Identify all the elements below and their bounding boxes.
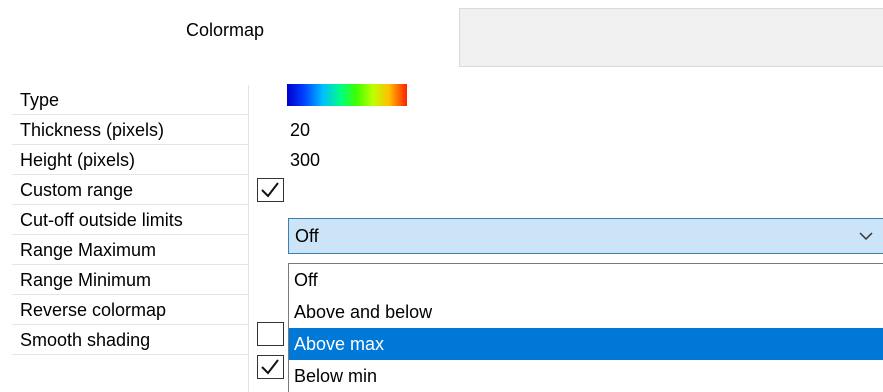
property-label-cutoff[interactable]: Cut-off outside limits: [20, 205, 183, 235]
colormap-type-swatch[interactable]: [287, 84, 407, 106]
property-label-custom-range[interactable]: Custom range: [20, 175, 133, 205]
property-label-smooth-shading[interactable]: Smooth shading: [20, 325, 150, 355]
dropdown-option-above-max[interactable]: Above max: [289, 328, 883, 360]
checkmark-icon: [261, 182, 279, 198]
property-label-height[interactable]: Height (pixels): [20, 145, 135, 175]
reverse-colormap-checkbox[interactable]: [257, 322, 284, 346]
property-label-type[interactable]: Type: [20, 85, 59, 115]
thickness-value[interactable]: 20: [290, 115, 310, 145]
checkmark-icon: [261, 359, 279, 375]
dropdown-option-off[interactable]: Off: [289, 264, 883, 296]
cutoff-selected-value: Off: [295, 226, 319, 246]
dropdown-option-below-min[interactable]: Below min: [289, 360, 883, 392]
header-preview-box: [459, 8, 883, 67]
smooth-shading-checkbox[interactable]: [257, 355, 284, 379]
height-value[interactable]: 300: [290, 145, 320, 175]
cutoff-dropdown-list: Off Above and below Above max Below min: [288, 263, 883, 392]
dropdown-option-above-and-below[interactable]: Above and below: [289, 296, 883, 328]
property-label-thickness[interactable]: Thickness (pixels): [20, 115, 164, 145]
chevron-down-icon: [859, 232, 873, 241]
property-label-range-minimum[interactable]: Range Minimum: [20, 265, 151, 295]
property-label-range-maximum[interactable]: Range Maximum: [20, 235, 156, 265]
header-label: Colormap: [186, 20, 265, 40]
cutoff-combobox[interactable]: Off: [288, 218, 883, 254]
column-separator[interactable]: [248, 85, 249, 392]
custom-range-checkbox[interactable]: [257, 178, 284, 202]
property-label-reverse-colormap[interactable]: Reverse colormap: [20, 295, 166, 325]
